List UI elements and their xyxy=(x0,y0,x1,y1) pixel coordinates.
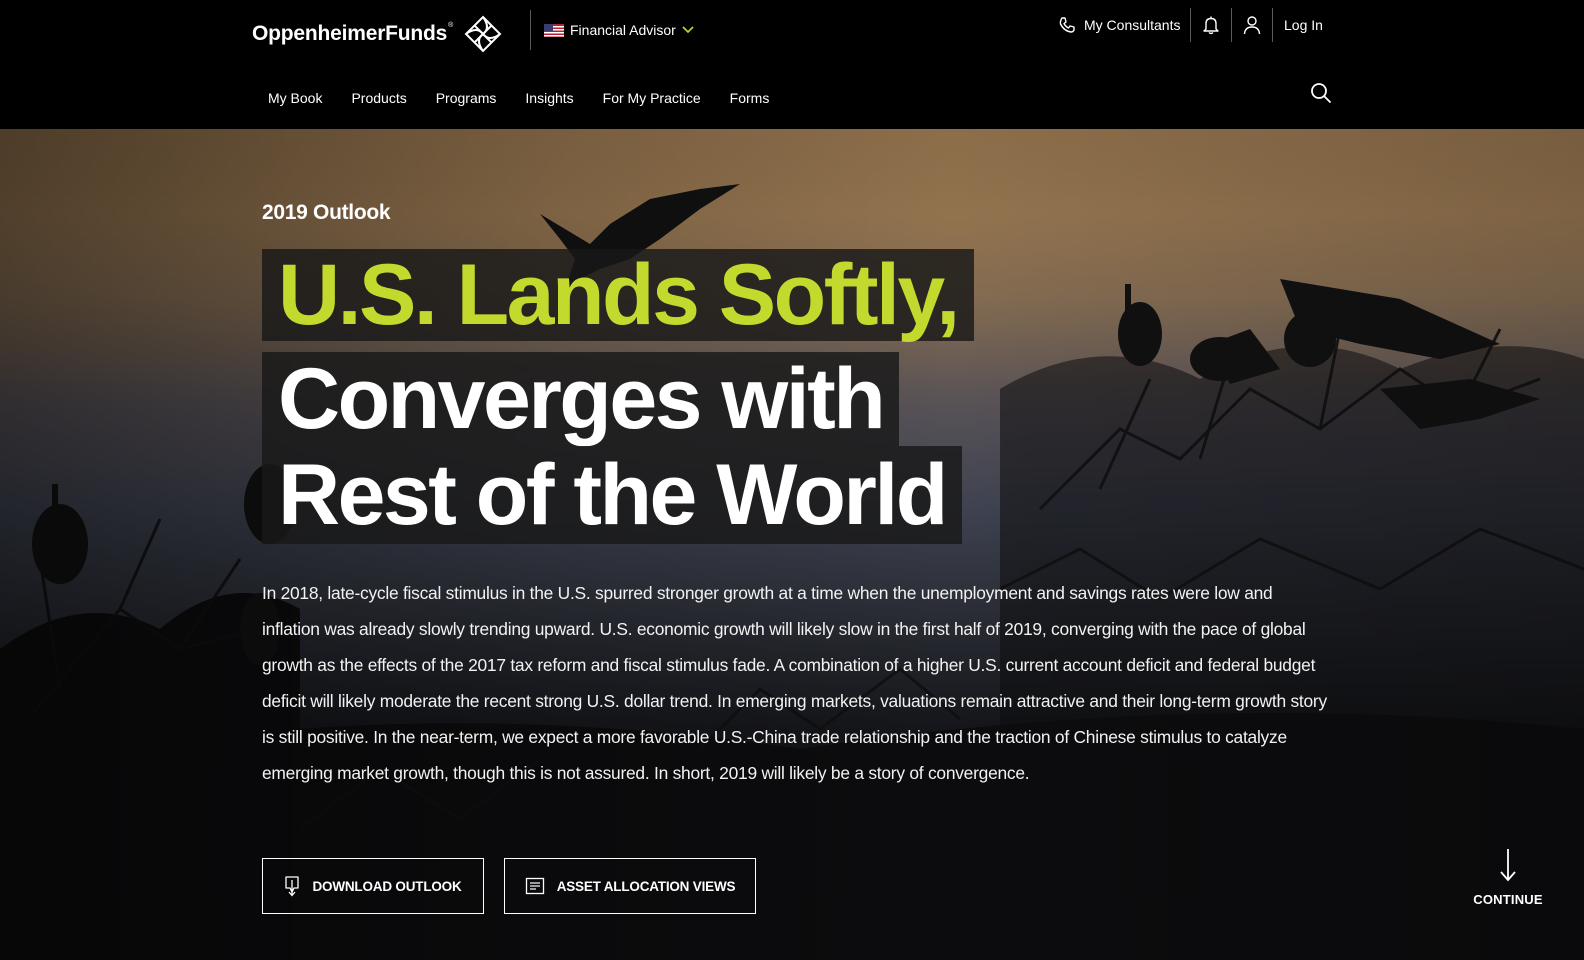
headline-line-2: Converges with xyxy=(262,352,900,446)
search-icon xyxy=(1311,83,1331,103)
account-button[interactable] xyxy=(1243,14,1261,36)
arrow-down-icon xyxy=(1500,849,1516,882)
asset-allocation-views-button[interactable]: ASSET ALLOCATION VIEWS xyxy=(504,858,756,914)
page: OppenheimerFunds® Financial Advisor My C… xyxy=(0,0,1584,960)
hero-body-text: In 2018, late-cycle fiscal stimulus in t… xyxy=(262,583,1327,783)
brand-logo[interactable]: OppenheimerFunds® xyxy=(252,14,503,54)
search-button[interactable] xyxy=(1310,82,1332,104)
headline-line-1: U.S. Lands Softly, xyxy=(262,249,974,341)
asset-allocation-views-label: ASSET ALLOCATION VIEWS xyxy=(556,878,736,894)
nav-insights[interactable]: Insights xyxy=(525,90,573,106)
role-select-value: Financial Advisor xyxy=(570,22,676,38)
phone-icon xyxy=(1059,17,1075,33)
role-select[interactable]: Financial Advisor xyxy=(544,20,694,40)
util-divider xyxy=(1272,8,1273,42)
continue-label: CONTINUE xyxy=(1473,892,1543,907)
nav-for-my-practice[interactable]: For My Practice xyxy=(603,90,701,106)
nav-my-book[interactable]: My Book xyxy=(268,90,322,106)
hero-headline: U.S. Lands Softly, Converges with Rest o… xyxy=(262,249,1062,544)
chevron-down-icon xyxy=(682,26,694,34)
my-consultants-label: My Consultants xyxy=(1084,17,1181,33)
log-in-link[interactable]: Log In xyxy=(1284,14,1323,36)
download-outlook-label: DOWNLOAD OUTLOOK xyxy=(312,878,462,894)
bell-icon xyxy=(1203,16,1219,35)
brand-wordmark: OppenheimerFunds® xyxy=(252,22,454,45)
download-icon xyxy=(285,876,300,897)
site-header: OppenheimerFunds® Financial Advisor My C… xyxy=(0,0,1584,129)
nav-forms[interactable]: Forms xyxy=(730,90,770,106)
headline-line-3: Rest of the World xyxy=(262,446,962,544)
util-divider xyxy=(1190,8,1191,42)
log-in-label: Log In xyxy=(1284,17,1323,33)
continue-scroll-button[interactable]: CONTINUE xyxy=(1460,848,1556,907)
brand-emblem-icon xyxy=(464,15,502,53)
nav-programs[interactable]: Programs xyxy=(436,90,497,106)
header-divider xyxy=(530,10,531,50)
user-icon xyxy=(1243,16,1261,35)
us-flag-icon xyxy=(544,23,564,37)
download-outlook-button[interactable]: DOWNLOAD OUTLOOK xyxy=(262,858,484,914)
my-consultants-link[interactable]: My Consultants xyxy=(1058,14,1180,36)
document-icon xyxy=(525,877,544,895)
nav-products[interactable]: Products xyxy=(351,90,406,106)
hero-eyebrow: 2019 Outlook xyxy=(262,201,391,224)
main-nav: My Book Products Programs Insights For M… xyxy=(268,87,769,109)
notifications-button[interactable] xyxy=(1202,14,1220,36)
util-divider xyxy=(1231,8,1232,42)
